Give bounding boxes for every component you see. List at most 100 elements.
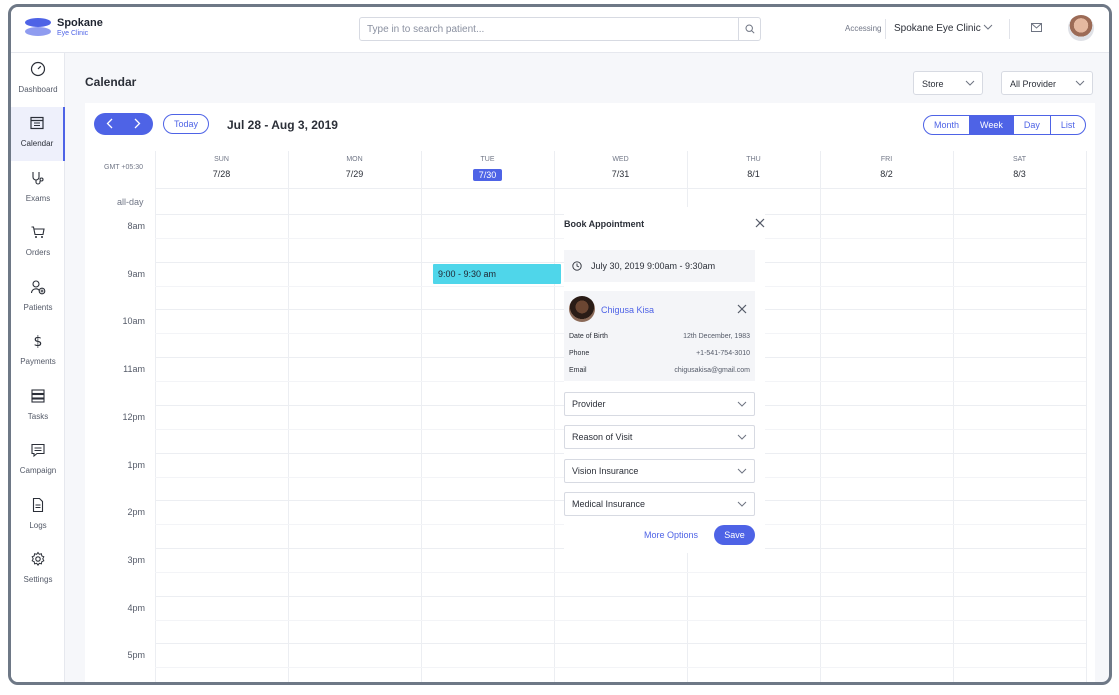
provider-dropdown-label: Provider <box>572 399 606 409</box>
email-value: chigusakisa@gmail.com <box>674 367 750 374</box>
tasks-icon <box>31 389 45 403</box>
chevron-down-icon <box>737 401 747 407</box>
sidebar-item-dashboard[interactable]: Dashboard <box>11 53 65 107</box>
grid-line <box>155 572 1086 573</box>
appointment-event[interactable]: 9:00 - 9:30 am <box>433 264 561 284</box>
sidebar-item-patients[interactable]: Patients <box>11 271 65 325</box>
provider-select[interactable]: All Provider <box>1001 71 1093 95</box>
mail-icon[interactable] <box>1031 23 1042 32</box>
day-header-mon: MON 7/29 <box>288 156 421 179</box>
sidebar-item-label: Logs <box>29 521 47 530</box>
reason-dropdown[interactable]: Reason of Visit <box>564 425 755 449</box>
save-button[interactable]: Save <box>714 525 755 545</box>
sidebar-item-settings[interactable]: Settings <box>11 543 65 597</box>
sidebar-item-label: Payments <box>20 357 56 366</box>
view-list-button[interactable]: List <box>1051 116 1085 134</box>
sidebar-item-payments[interactable]: $ Payments <box>11 325 65 379</box>
store-select[interactable]: Store <box>913 71 983 95</box>
day-name: FRI <box>880 156 893 163</box>
dob-label: Date of Birth <box>569 333 608 340</box>
sidebar-item-label: Patients <box>23 303 53 312</box>
search-button[interactable] <box>738 18 760 40</box>
view-month-button[interactable]: Month <box>924 116 971 134</box>
grid-line <box>155 620 1086 621</box>
email-label: Email <box>569 367 587 374</box>
close-icon[interactable] <box>755 218 765 228</box>
user-avatar[interactable] <box>1068 15 1094 41</box>
medical-insurance-label: Medical Insurance <box>572 499 646 509</box>
remove-patient-icon[interactable] <box>737 304 747 314</box>
day-name: TUE <box>480 156 495 163</box>
sidebar-item-label: Exams <box>25 194 51 203</box>
day-name: WED <box>612 156 629 163</box>
hour-label: 9am <box>127 269 145 279</box>
chevron-right-icon <box>134 118 141 129</box>
provider-dropdown[interactable]: Provider <box>564 392 755 416</box>
vision-insurance-dropdown[interactable]: Vision Insurance <box>564 459 755 483</box>
chevron-down-icon <box>1075 80 1085 86</box>
more-options-link[interactable]: More Options <box>644 530 698 540</box>
sidebar-item-campaign[interactable]: Campaign <box>11 434 65 488</box>
sidebar-item-exams[interactable]: Exams <box>11 162 65 216</box>
patient-avatar <box>569 296 595 322</box>
next-week-button[interactable] <box>134 118 141 132</box>
view-week-button[interactable]: Week <box>970 116 1014 134</box>
hour-label: 10am <box>122 316 145 326</box>
clinic-selector[interactable]: Spokane Eye Clinic <box>894 23 981 34</box>
grid-line <box>155 151 156 682</box>
page-title: Calendar <box>85 75 137 89</box>
patient-card: Chigusa Kisa Date of Birth 12th December… <box>564 291 755 381</box>
day-header-sat: SAT 8/3 <box>953 156 1086 179</box>
logo[interactable]: Spokane Eye Clinic <box>25 18 103 38</box>
hour-label: 3pm <box>127 555 145 565</box>
brand-name: Spokane <box>57 17 103 29</box>
day-header-fri: FRI 8/2 <box>820 156 953 179</box>
book-appointment-popup: Book Appointment July 30, 2019 9:00am - … <box>564 207 765 553</box>
chevron-down-icon <box>965 80 975 86</box>
timezone-label: GMT +05:30 <box>104 164 143 171</box>
hour-label: 1pm <box>127 460 145 470</box>
chevron-down-icon <box>737 468 747 474</box>
sidebar-item-logs[interactable]: Logs <box>11 489 65 543</box>
calendar: Today Jul 28 - Aug 3, 2019 Month Week Da… <box>85 103 1095 682</box>
phone-value: +1-541-754-3010 <box>696 350 750 357</box>
popup-title: Book Appointment <box>564 219 645 229</box>
search-input[interactable] <box>360 18 730 40</box>
grid-line <box>155 643 1086 644</box>
today-button[interactable]: Today <box>163 114 209 134</box>
sidebar-item-label: Dashboard <box>18 85 58 94</box>
gear-icon <box>31 551 45 566</box>
view-switcher: Month Week Day List <box>923 115 1086 135</box>
day-date: 7/31 <box>611 169 630 179</box>
grid-line <box>554 151 555 682</box>
grid-line <box>288 151 289 682</box>
logo-icon <box>25 18 51 38</box>
medical-insurance-dropdown[interactable]: Medical Insurance <box>564 492 755 516</box>
patient-name[interactable]: Chigusa Kisa <box>601 305 654 315</box>
hour-label: 8am <box>127 221 145 231</box>
sidebar-item-label: Tasks <box>27 412 49 421</box>
sidebar-item-tasks[interactable]: Tasks <box>11 380 65 434</box>
grid-line <box>953 151 954 682</box>
top-bar: Spokane Eye Clinic Accessing Spokane Eye… <box>11 7 1109 53</box>
day-name: MON <box>346 156 363 163</box>
document-icon <box>32 497 44 513</box>
divider <box>1009 19 1010 39</box>
prev-week-button[interactable] <box>106 118 113 132</box>
grid-line <box>155 188 1086 189</box>
vision-insurance-label: Vision Insurance <box>572 466 639 476</box>
sidebar-item-label: Settings <box>23 575 53 584</box>
gauge-icon <box>30 61 46 77</box>
chevron-down-icon[interactable] <box>983 24 993 30</box>
stethoscope-icon <box>32 172 44 185</box>
hour-label: 12pm <box>122 412 145 422</box>
view-day-button[interactable]: Day <box>1014 116 1051 134</box>
sidebar-item-calendar[interactable]: Calendar <box>11 107 65 161</box>
sidebar-item-orders[interactable]: Orders <box>11 216 65 270</box>
day-date: 7/29 <box>345 169 364 179</box>
day-header-sun: SUN 7/28 <box>155 156 288 179</box>
day-header-tue: TUE 7/30 <box>421 156 554 181</box>
appointment-datetime: July 30, 2019 9:00am - 9:30am <box>591 261 716 271</box>
dollar-icon: $ <box>34 334 43 349</box>
day-header-thu: THU 8/1 <box>687 156 820 179</box>
